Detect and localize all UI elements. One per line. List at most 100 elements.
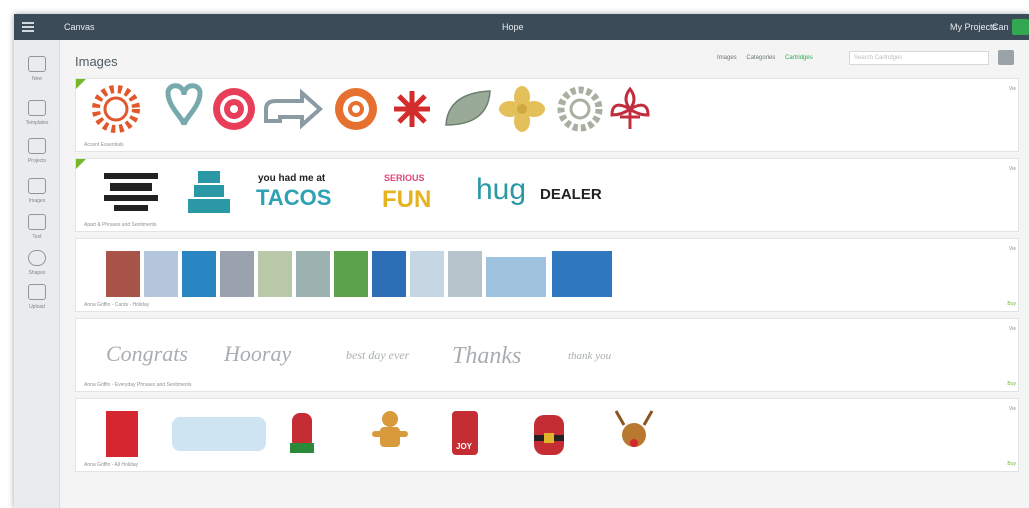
sidebar-item-label: New — [31, 76, 42, 82]
go-button[interactable] — [1012, 19, 1029, 35]
view-link[interactable]: Vie — [1002, 245, 1016, 254]
phrase-congrats: Congrats — [106, 341, 188, 366]
cartridge-preview: you had me at TACOS SERIOUS FUN hug DEAL… — [104, 171, 602, 213]
top-bar: Canvas Hope My Projects Can — [14, 14, 1029, 40]
view-link[interactable]: Vie — [1002, 165, 1016, 174]
santa-tag-image — [534, 415, 564, 455]
cartridge-preview — [92, 83, 650, 133]
card-image — [410, 251, 444, 297]
leaf-shape — [445, 90, 491, 126]
sidebar-item-label: Projects — [27, 158, 47, 164]
images-icon — [28, 178, 46, 194]
phrase-hooray: Hooray — [223, 341, 291, 366]
page-title: Images — [75, 54, 118, 69]
cancel-link[interactable]: Can — [992, 22, 1009, 32]
upload-icon — [28, 284, 46, 300]
tab-cartridges[interactable]: Cartridges — [785, 55, 813, 61]
buy-link[interactable]: Buy — [1007, 301, 1016, 307]
gingerbread-image — [372, 411, 408, 447]
phrase-best-day-ever: best day ever — [346, 348, 410, 362]
gear-shape — [557, 86, 603, 132]
sidebar-item-images[interactable]: Images — [14, 174, 60, 210]
arrow-shape — [264, 88, 324, 130]
sunburst-shape — [92, 85, 140, 133]
phrase-tacos-top: you had me at — [258, 173, 326, 184]
shirt-icon — [28, 100, 46, 116]
cartridge-row[interactable]: Congrats Hooray best day ever Thanks tha… — [75, 318, 1019, 392]
cartridge-row[interactable]: Anna Griffin - Cards - Holiday Vie Buy — [75, 238, 1019, 312]
cartridge-name: Anna Griffin - All Holiday — [84, 462, 139, 468]
view-link[interactable]: Vie — [1002, 405, 1016, 414]
flower-shape — [499, 86, 545, 132]
buy-link[interactable]: Buy — [1007, 461, 1016, 467]
card-image — [220, 251, 254, 297]
card-image — [106, 251, 140, 297]
sidebar-item-new[interactable]: New — [14, 52, 60, 88]
card-image — [552, 251, 612, 297]
asterisk-shape — [394, 91, 430, 127]
view-tabs: Images Categories Cartridges — [717, 55, 821, 61]
phrase-serious: SERIOUS — [384, 173, 425, 183]
card-image — [334, 251, 368, 297]
project-title: Hope — [502, 22, 524, 32]
card-image — [258, 251, 292, 297]
fleur-de-lis-shape — [610, 86, 650, 129]
app-window: Canvas Hope My Projects Can New Template… — [14, 14, 1029, 508]
sidebar-item-label: Text — [32, 234, 42, 240]
cartridge-name: Anna Griffin - Everyday Phrases and Sent… — [84, 382, 192, 388]
text-block-image — [104, 173, 158, 211]
card-image — [296, 251, 330, 297]
cartridge-preview — [106, 251, 612, 297]
gift-tag-image: JOY — [452, 411, 478, 455]
search-input[interactable]: Search Cartridges — [849, 51, 989, 65]
text-icon — [28, 214, 46, 230]
main-content: Images Images Categories Cartridges Sear… — [61, 40, 1029, 508]
card-image — [144, 251, 178, 297]
gift-tag-text: JOY — [456, 442, 473, 451]
menu-icon[interactable] — [22, 22, 34, 32]
phrase-dealer: DEALER — [540, 186, 602, 203]
card-image — [448, 251, 482, 297]
sidebar: New Templates Projects Images Text Shape… — [14, 40, 60, 508]
card-image — [486, 257, 546, 297]
sidebar-item-projects[interactable]: Projects — [14, 134, 60, 170]
view-link[interactable]: Vie — [1002, 325, 1016, 334]
cake-image — [188, 171, 230, 213]
heart-shape — [165, 83, 203, 126]
sidebar-item-text[interactable]: Text — [14, 210, 60, 246]
sidebar-item-label: Upload — [29, 304, 45, 310]
snow-tag-image — [172, 417, 266, 451]
view-link[interactable]: Vie — [1002, 85, 1016, 94]
app-name[interactable]: Canvas — [64, 22, 95, 32]
sidebar-item-shapes[interactable]: Shapes — [14, 246, 60, 282]
tab-images[interactable]: Images — [717, 55, 737, 61]
projects-icon — [28, 138, 46, 154]
sidebar-item-templates[interactable]: Templates — [14, 96, 60, 132]
phrase-thank-you: thank you — [568, 350, 612, 362]
tab-categories[interactable]: Categories — [746, 55, 775, 61]
shapes-icon — [28, 250, 46, 266]
new-icon — [28, 56, 46, 72]
cartridge-name: Apart & Phrases and Sentiments — [84, 222, 157, 228]
mitten-image — [290, 413, 314, 453]
holiday-card-image — [106, 411, 138, 457]
reindeer-image — [614, 410, 654, 447]
sidebar-item-label: Images — [28, 198, 46, 204]
my-projects-link[interactable]: My Projects — [950, 22, 997, 32]
medallion-shape — [213, 88, 255, 130]
phrase-hug: hug — [476, 173, 526, 206]
cartridge-row[interactable]: you had me at TACOS SERIOUS FUN hug DEAL… — [75, 158, 1019, 232]
phrase-fun: FUN — [382, 186, 431, 213]
cartridge-name: Accent Essentials — [84, 142, 124, 148]
sidebar-item-label: Templates — [25, 120, 49, 126]
cartridge-row[interactable]: JOY Anna Griffin - All Holiday Vie Buy — [75, 398, 1019, 472]
sidebar-item-upload[interactable]: Upload — [14, 280, 60, 316]
buy-link[interactable]: Buy — [1007, 381, 1016, 387]
cartridge-preview: Congrats Hooray best day ever Thanks tha… — [106, 341, 612, 369]
ring-shape — [335, 88, 377, 130]
cartridge-row[interactable]: Accent Essentials Vie — [75, 78, 1019, 152]
cartridge-name: Anna Griffin - Cards - Holiday — [84, 302, 150, 308]
search-button[interactable] — [998, 50, 1014, 65]
card-image — [182, 251, 216, 297]
sidebar-item-label: Shapes — [28, 270, 46, 276]
